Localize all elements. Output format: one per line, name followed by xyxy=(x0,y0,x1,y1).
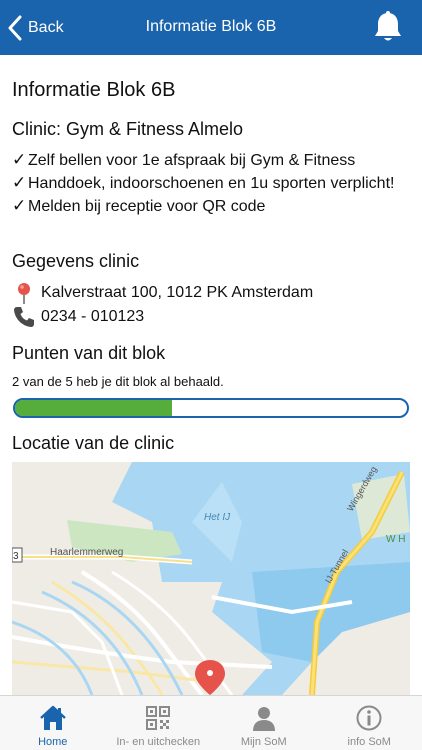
info-icon xyxy=(356,705,382,731)
progress-bar xyxy=(13,398,409,418)
map-route-badge: 3 xyxy=(13,551,19,562)
tab-label: Mijn SoM xyxy=(240,736,287,748)
tab-label: In- en uitchecken xyxy=(116,736,201,748)
check-icon: ✓ xyxy=(12,173,27,192)
clinic-map[interactable]: Het IJ Haarlemmerweg IJ-Tunnel Wingerdwe… xyxy=(12,462,410,695)
progress-heading: Punten van dit blok xyxy=(12,343,166,363)
check-icon: ✓ xyxy=(12,196,27,215)
map-heading: Locatie van de clinic xyxy=(12,433,175,453)
tab-label: info SoM xyxy=(347,736,391,748)
tab-info-som[interactable]: info SoM xyxy=(317,696,422,750)
user-icon xyxy=(252,707,275,731)
home-icon xyxy=(39,705,66,730)
checklist-item: ✓ Melden bij receptie voor QR code xyxy=(12,196,266,215)
bell-icon[interactable] xyxy=(372,10,404,44)
check-icon: ✓ xyxy=(12,150,27,169)
map-label-wh: W H xyxy=(386,534,405,545)
nav-bar: Back Informatie Blok 6B xyxy=(0,0,422,55)
progress-fill xyxy=(15,400,172,416)
tab-bar: Home In- en uitchecken Mijn SoM info SoM xyxy=(0,695,422,750)
phone-icon xyxy=(14,307,34,327)
page-title: Informatie Blok 6B xyxy=(12,79,176,101)
address-text: Kalverstraat 100, 1012 PK Amsterdam xyxy=(41,284,314,301)
map-label-het-ij: Het IJ xyxy=(204,512,231,523)
map-label-haarlemmerweg: Haarlemmerweg xyxy=(50,547,123,558)
phone-text: 0234 - 010123 xyxy=(41,308,145,325)
phone-row[interactable]: 0234 - 010123 xyxy=(12,305,144,329)
tab-label: Home xyxy=(38,736,68,748)
clinic-name: Clinic: Gym & Fitness Almelo xyxy=(12,119,244,139)
checklist-item: ✓ Zelf bellen voor 1e afspraak bij Gym & … xyxy=(12,150,356,169)
map-canvas: Het IJ Haarlemmerweg IJ-Tunnel Wingerdwe… xyxy=(12,462,410,695)
contact-heading: Gegevens clinic xyxy=(12,251,140,271)
checklist-item: ✓ Handdoek, indoorschoenen en 1u sporten … xyxy=(12,173,395,192)
checklist: ✓ Zelf bellen voor 1e afspraak bij Gym & … xyxy=(12,148,394,217)
nav-title: Informatie Blok 6B xyxy=(145,18,277,35)
map-pin-icon xyxy=(18,283,30,304)
tab-checkin[interactable]: In- en uitchecken xyxy=(106,696,212,750)
tab-mijn-som[interactable]: Mijn SoM xyxy=(211,696,317,750)
tab-home[interactable]: Home xyxy=(0,696,106,750)
qr-code-icon xyxy=(146,706,171,730)
address-row[interactable]: Kalverstraat 100, 1012 PK Amsterdam xyxy=(12,281,313,305)
progress-text: 2 van de 5 heb je dit blok al behaald. xyxy=(12,374,224,389)
